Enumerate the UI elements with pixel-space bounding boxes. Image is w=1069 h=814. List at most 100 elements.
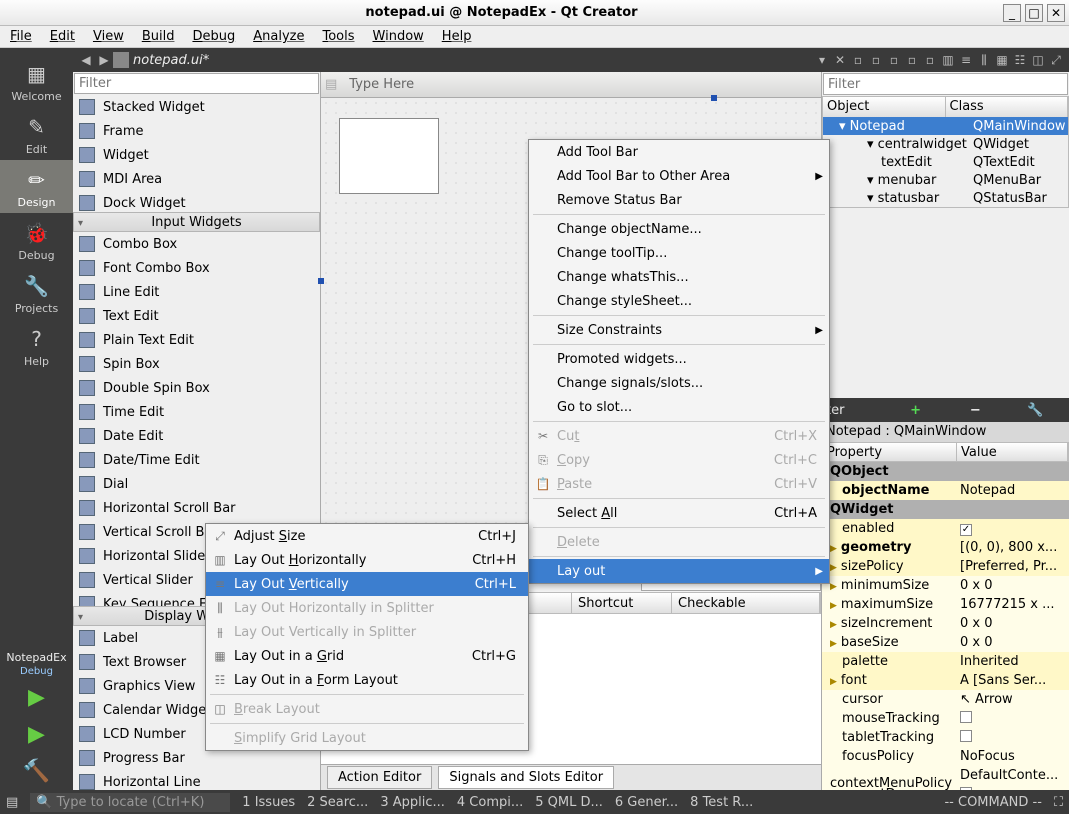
tab-action-editor[interactable]: Action Editor [327,766,432,789]
property-filter[interactable]: ter [826,403,886,418]
menu-item[interactable]: Go to slot... [529,395,829,419]
adjust-size-icon[interactable]: ⤢ [1047,53,1065,68]
menu-tools[interactable]: Tools [322,29,354,44]
menu-item[interactable]: Remove Status Bar [529,188,829,212]
toolbar-btn[interactable]: ▫ [849,53,867,67]
tab-signals-slots[interactable]: Signals and Slots Editor [438,766,614,789]
toolbar-btn[interactable]: ▫ [867,53,885,67]
fwd-icon[interactable]: ▶ [95,53,113,67]
object-row[interactable]: textEditQTextEdit [823,153,1068,171]
context-menu[interactable]: Add Tool BarAdd Tool Bar to Other Area▶R… [528,139,830,584]
menu-analyze[interactable]: Analyze [253,29,304,44]
object-row[interactable]: ▾ menubarQMenuBar [823,171,1068,189]
menu-item[interactable]: Change objectName... [529,217,829,241]
widgetbox-group[interactable]: Input Widgets [73,212,320,232]
back-icon[interactable]: ◀ [77,53,95,67]
add-property-icon[interactable]: + [886,403,946,418]
widget-item[interactable]: Date Edit [73,424,320,448]
property-row[interactable]: cursor↖ Arrow [822,690,1069,709]
close-tab-icon[interactable]: ✕ [831,53,849,67]
output-pane-tab[interactable]: 3 Applic... [380,795,445,810]
nav-debug[interactable]: 🐞Debug [0,213,73,266]
resize-handle[interactable] [711,95,717,101]
menu-edit[interactable]: Edit [50,29,75,44]
output-pane-tab[interactable]: 2 Searc... [307,795,368,810]
menu-build[interactable]: Build [142,29,175,44]
maximize-button[interactable]: □ [1025,4,1043,22]
menu-item[interactable]: ☷Lay Out in a Form Layout [206,668,528,692]
toolbar-btn[interactable]: ▫ [903,53,921,67]
widget-item[interactable]: Horizontal Line [73,770,320,790]
widget-item[interactable]: Dock Widget [73,191,320,212]
menu-debug[interactable]: Debug [192,29,235,44]
layout-v-icon[interactable]: ≡ [957,53,975,67]
menubar-typehere[interactable]: Type Here [343,77,821,92]
layout-h-icon[interactable]: ▥ [939,53,957,67]
nav-welcome[interactable]: ▦Welcome [0,54,73,107]
widget-item[interactable]: Plain Text Edit [73,328,320,352]
property-row[interactable]: ▶sizePolicy[Preferred, Pr... [822,557,1069,576]
property-row[interactable]: ▶maximumSize16777215 x ... [822,595,1069,614]
output-pane-tab[interactable]: 1 Issues [242,795,295,810]
menu-help[interactable]: Help [442,29,472,44]
menu-file[interactable]: File [10,29,32,44]
debug-run-button[interactable]: ▶ [28,722,45,747]
object-row[interactable]: ▾ NotepadQMainWindow [823,117,1068,135]
toolbar-btn[interactable]: ▫ [921,53,939,67]
widget-item[interactable]: Combo Box [73,232,320,256]
widget-item[interactable]: Horizontal Scroll Bar [73,496,320,520]
menu-item[interactable]: Change styleSheet... [529,289,829,313]
layout-form-icon[interactable]: ☷ [1011,53,1029,67]
widget-item[interactable]: Text Edit [73,304,320,328]
nav-help[interactable]: ?Help [0,319,73,372]
property-row[interactable]: paletteInherited [822,652,1069,671]
output-pane-tab[interactable]: 4 Compi... [457,795,523,810]
widget-item[interactable]: Spin Box [73,352,320,376]
object-filter[interactable] [823,73,1068,95]
widget-item[interactable]: Stacked Widget [73,95,320,119]
break-layout-icon[interactable]: ◫ [1029,53,1047,67]
property-row[interactable]: ▶minimumSize0 x 0 [822,576,1069,595]
property-row[interactable]: mouseTracking [822,709,1069,728]
output-pane-tab[interactable]: 6 Gener... [615,795,678,810]
expand-icon[interactable]: ⛶ [1054,795,1063,810]
property-row[interactable]: objectNameNotepad [822,481,1069,500]
menu-item[interactable]: Add Tool Bar [529,140,829,164]
menu-item[interactable]: Lay out▶ [529,559,829,583]
property-list[interactable]: QObjectobjectNameNotepadQWidgetenabled✓▶… [822,462,1069,790]
menu-item[interactable]: Add Tool Bar to Other Area▶ [529,164,829,188]
widget-item[interactable]: Date/Time Edit [73,448,320,472]
property-row[interactable]: tabletTracking [822,728,1069,747]
menu-item[interactable]: Change toolTip... [529,241,829,265]
remove-property-icon[interactable]: − [946,403,1006,418]
menu-item[interactable]: Promoted widgets... [529,347,829,371]
property-row[interactable]: contextMenuPolicyDefaultConte... [822,766,1069,785]
layout-grid-icon[interactable]: ▦ [993,53,1011,67]
dropdown-icon[interactable]: ▾ [813,53,831,67]
layout-submenu[interactable]: ⤢Adjust SizeCtrl+J▥Lay Out HorizontallyC… [205,523,529,751]
object-tree[interactable]: Object Class ▾ NotepadQMainWindow▾ centr… [822,96,1069,208]
property-row[interactable]: ▶geometry[(0, 0), 800 x... [822,538,1069,557]
layout-split-icon[interactable]: ⫼ [975,53,993,68]
widget-item[interactable]: Widget [73,143,320,167]
property-row[interactable]: ▶fontA [Sans Ser... [822,671,1069,690]
nav-design[interactable]: ✏Design [0,160,73,213]
output-pane-tab[interactable]: 8 Test R... [690,795,753,810]
widget-item[interactable]: Double Spin Box [73,376,320,400]
textedit-widget[interactable] [339,118,439,194]
menu-item[interactable]: Size Constraints▶ [529,318,829,342]
nav-edit[interactable]: ✎Edit [0,107,73,160]
property-row[interactable]: QWidget [822,500,1069,519]
menu-window[interactable]: Window [373,29,424,44]
menu-item[interactable]: Select AllCtrl+A [529,501,829,525]
menu-view[interactable]: View [93,29,124,44]
widget-item[interactable]: Font Combo Box [73,256,320,280]
locator-input[interactable]: 🔍 Type to locate (Ctrl+K) [30,793,230,812]
menu-item[interactable]: Change signals/slots... [529,371,829,395]
property-row[interactable]: QObject [822,462,1069,481]
widget-item[interactable]: Time Edit [73,400,320,424]
build-button[interactable]: 🔨 [23,759,50,784]
close-button[interactable]: ✕ [1047,4,1065,22]
widget-item[interactable]: Dial [73,472,320,496]
settings-icon[interactable]: 🔧 [1005,403,1065,418]
